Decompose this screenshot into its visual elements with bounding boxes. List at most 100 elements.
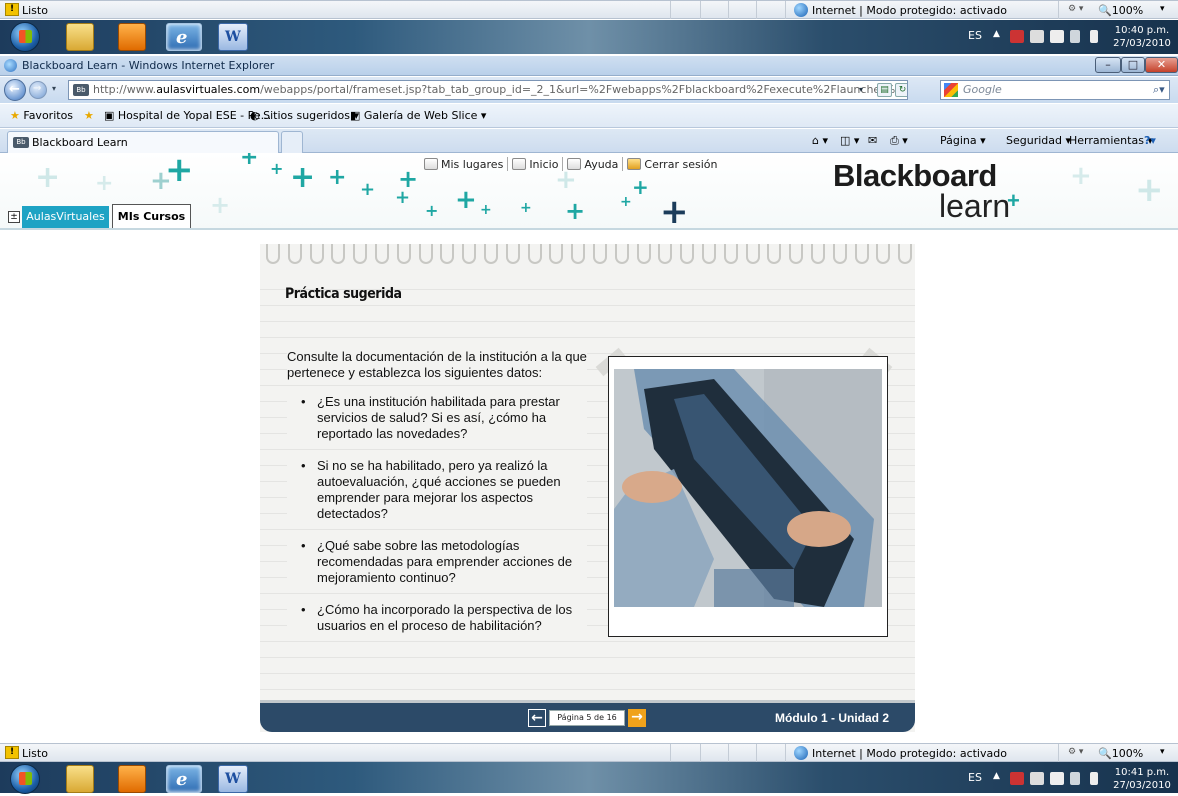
tray-arrow-icon[interactable]: ▲ <box>993 771 1000 781</box>
word-icon[interactable]: W <box>218 765 248 793</box>
ring-decoration <box>571 244 586 264</box>
globe-icon <box>794 3 808 17</box>
favorite-link-webslice[interactable]: ◧ Galería de Web Slice ▾ <box>350 109 486 122</box>
favorites-button[interactable]: ★ Favoritos <box>10 109 73 122</box>
warning-icon: ! <box>5 746 19 759</box>
chevron-down-icon[interactable]: ▾ <box>1160 4 1165 14</box>
ring-decoration <box>811 244 825 264</box>
window-title: Blackboard Learn - Windows Internet Expl… <box>22 59 275 72</box>
volume-icon[interactable] <box>1090 30 1098 43</box>
list-item: ¿Qué sabe sobre las metodologías recomen… <box>287 538 587 586</box>
intro-text: Consulte la documentación de la instituc… <box>287 349 587 381</box>
tray-app-icon[interactable] <box>1010 30 1024 43</box>
home-icon <box>512 158 527 170</box>
nav-cerrar-sesion[interactable]: Cerrar sesión <box>627 158 717 171</box>
zone-text: Internet | Modo protegido: activado <box>812 747 1007 760</box>
print-icon[interactable]: ⎙ ▾ <box>890 134 908 148</box>
ring-decoration <box>702 244 716 264</box>
page-indicator[interactable]: Página 5 de 16 <box>549 710 625 726</box>
zoom-level[interactable]: 🔍100% <box>1098 747 1143 760</box>
media-player-icon[interactable] <box>118 765 146 793</box>
ring-decoration <box>440 244 455 264</box>
next-page-button[interactable]: → <box>628 709 646 727</box>
zoom-level[interactable]: 🔍100% <box>1098 4 1143 17</box>
volume-icon[interactable] <box>1090 772 1098 785</box>
tab-blackboard[interactable]: Bb Blackboard Learn <box>7 131 279 153</box>
signal-icon[interactable] <box>1070 772 1080 785</box>
language-indicator[interactable]: ES <box>968 771 982 784</box>
minimize-button[interactable]: – <box>1095 57 1121 73</box>
nav-ayuda[interactable]: Ayuda <box>567 158 618 171</box>
page-menu[interactable]: Página ▾ <box>940 134 986 147</box>
feeds-icon[interactable]: ◫ ▾ <box>840 134 859 147</box>
window-titlebar: Blackboard Learn - Windows Internet Expl… <box>0 56 1178 76</box>
tray-arrow-icon[interactable]: ▲ <box>993 29 1000 39</box>
add-favorite-icon[interactable]: ★ <box>84 109 94 122</box>
internet-explorer-icon[interactable]: e <box>166 23 202 51</box>
ring-decoration <box>636 244 651 264</box>
internet-explorer-icon[interactable]: e <box>166 765 202 793</box>
xray-photo <box>614 369 882 607</box>
refresh-icon[interactable]: ↻ <box>895 83 907 97</box>
ring-decoration <box>505 244 520 264</box>
maximize-button[interactable]: □ <box>1121 57 1145 73</box>
start-button[interactable] <box>10 764 40 794</box>
protected-mode-icon[interactable]: ⚙ ▾ <box>1068 747 1083 757</box>
action-center-icon[interactable] <box>1030 772 1044 785</box>
network-icon[interactable] <box>1050 30 1064 43</box>
tab-aulas-virtuales[interactable]: AulasVirtuales <box>22 206 109 228</box>
module-footer: ← Página 5 de 16 → Módulo 1 - Unidad 2 <box>260 700 915 732</box>
search-input[interactable]: Google ⌕▾ <box>940 80 1170 100</box>
collapse-toggle-icon[interactable]: ± <box>8 211 20 223</box>
address-dropdown-icon[interactable]: ▾ <box>859 81 863 99</box>
action-center-icon[interactable] <box>1030 30 1044 43</box>
start-button[interactable] <box>10 22 40 52</box>
chevron-down-icon[interactable]: ▾ <box>1160 747 1165 757</box>
list-item: Si no se ha habilitado, pero ya realizó … <box>287 458 587 522</box>
help-icon[interactable]: ?▾ <box>1144 134 1156 147</box>
ring-decoration <box>418 244 433 264</box>
folder-icon[interactable] <box>66 765 94 793</box>
previous-page-button[interactable]: ← <box>528 709 546 727</box>
address-bar-row: ← → ▾ Bb http://www.aulasvirtuales.com/w… <box>0 77 1178 103</box>
address-input[interactable]: Bb http://www.aulasvirtuales.com/webapps… <box>68 80 908 100</box>
home-icon[interactable]: ⌂ ▾ <box>812 134 828 147</box>
back-button[interactable]: ← <box>4 79 26 101</box>
signal-icon[interactable] <box>1070 30 1080 43</box>
ring-decoration <box>767 244 782 264</box>
clock[interactable]: 10:41 p.m. 27/03/2010 <box>1112 766 1172 792</box>
zone-text: Internet | Modo protegido: activado <box>812 4 1007 17</box>
ring-decoration <box>353 244 368 264</box>
compat-view-icon[interactable]: ▤ <box>877 83 892 97</box>
forward-button[interactable]: → <box>29 81 47 99</box>
mail-icon[interactable]: ✉ <box>868 134 877 147</box>
word-icon[interactable]: W <box>218 23 248 51</box>
taskbar-bottom: e W ES ▲ 10:41 p.m. 27/03/2010 <box>0 762 1178 794</box>
nav-inicio[interactable]: Inicio <box>512 158 558 171</box>
network-icon[interactable] <box>1050 772 1064 785</box>
photo-frame <box>608 356 888 637</box>
ring-decoration <box>898 244 913 264</box>
ring-decoration <box>658 244 673 264</box>
clock[interactable]: 10:40 p.m. 27/03/2010 <box>1112 24 1172 50</box>
favorite-link-hospital[interactable]: ▣ Hospital de Yopal ESE - Pe... <box>104 109 271 122</box>
ring-decoration <box>593 244 607 264</box>
ring-decoration <box>745 244 760 264</box>
ring-decoration <box>527 244 542 264</box>
history-dropdown-icon[interactable]: ▾ <box>52 84 56 93</box>
tray-app-icon[interactable] <box>1010 772 1024 785</box>
media-player-icon[interactable] <box>118 23 146 51</box>
nav-mis-lugares[interactable]: Mis lugares <box>424 158 503 171</box>
list-item: ¿Es una institución habilitada para pres… <box>287 394 587 442</box>
ring-decoration <box>287 244 302 264</box>
tab-mis-cursos[interactable]: MIs Cursos <box>112 204 191 229</box>
close-button[interactable]: ✕ <box>1145 57 1178 73</box>
favorite-link-sitios[interactable]: ◐ Sitios sugeridos ▾ <box>250 109 359 122</box>
tools-menu[interactable]: Herramientas ▾ <box>1069 134 1153 147</box>
new-tab-button[interactable] <box>281 131 303 153</box>
security-menu[interactable]: Seguridad ▾ <box>1006 134 1071 147</box>
language-indicator[interactable]: ES <box>968 29 982 42</box>
search-icon[interactable]: ⌕▾ <box>1153 81 1165 99</box>
folder-icon[interactable] <box>66 23 94 51</box>
protected-mode-icon[interactable]: ⚙ ▾ <box>1068 4 1083 14</box>
